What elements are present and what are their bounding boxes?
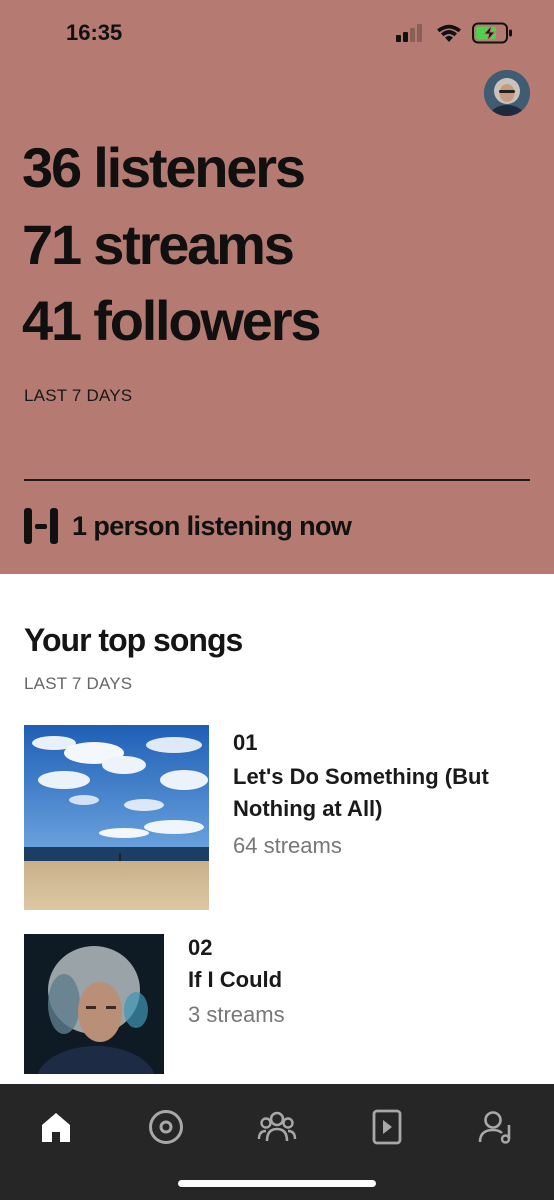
song-artwork [24,725,209,910]
portrait-artwork [24,934,164,1074]
song-row[interactable]: 02 If I Could 3 streams [24,934,285,1074]
home-icon [42,1113,70,1142]
battery-charging-icon [472,22,512,44]
tab-profile[interactable] [474,1104,520,1150]
song-title: Let's Do Something (But [233,764,489,789]
song-rank: 01 [233,730,258,755]
song-title-continued: Nothing at All) [233,796,383,821]
song-rank: 02 [188,935,213,960]
song-title: If I Could [188,967,283,992]
listening-now-text: 1 person listening now [72,510,352,541]
music-disc-icon [149,1110,183,1144]
streams-count: 71 streams [22,213,295,276]
stats-hero: 16:35 36 listeners 71 streams 41 followe… [0,0,554,574]
tab-video[interactable] [364,1104,410,1150]
song-streams: 64 streams [233,833,342,858]
song-artwork [24,934,164,1074]
tab-audience[interactable] [254,1104,300,1150]
profile-music-icon [478,1111,511,1144]
tab-home[interactable] [33,1104,79,1150]
song-info: 01 Let's Do Something (But Nothing at Al… [233,725,489,910]
profile-photo [484,70,530,116]
song-streams: 3 streams [188,1002,285,1027]
tab-music[interactable] [143,1104,189,1150]
top-songs-period: LAST 7 DAYS [24,674,133,693]
beach-sky-artwork [24,725,209,910]
video-icon [372,1109,402,1145]
profile-avatar[interactable] [484,70,530,116]
home-indicator[interactable] [178,1180,376,1187]
top-songs-heading: Your top songs [24,622,243,658]
followers-count: 41 followers [22,289,321,352]
song-row[interactable]: 01 Let's Do Something (But Nothing at Al… [24,725,489,910]
listening-now-row[interactable]: 1 person listening now [24,508,352,544]
audience-icon [257,1111,297,1142]
divider [24,479,530,481]
wifi-icon [437,24,461,42]
song-info: 02 If I Could 3 streams [188,934,285,1074]
status-icons [396,22,514,44]
cellular-signal-icon [396,24,422,42]
stats-period-label: LAST 7 DAYS [24,386,133,405]
live-listeners-icon [24,508,58,544]
status-time: 16:35 [66,20,123,45]
listeners-count: 36 listeners [22,136,306,199]
